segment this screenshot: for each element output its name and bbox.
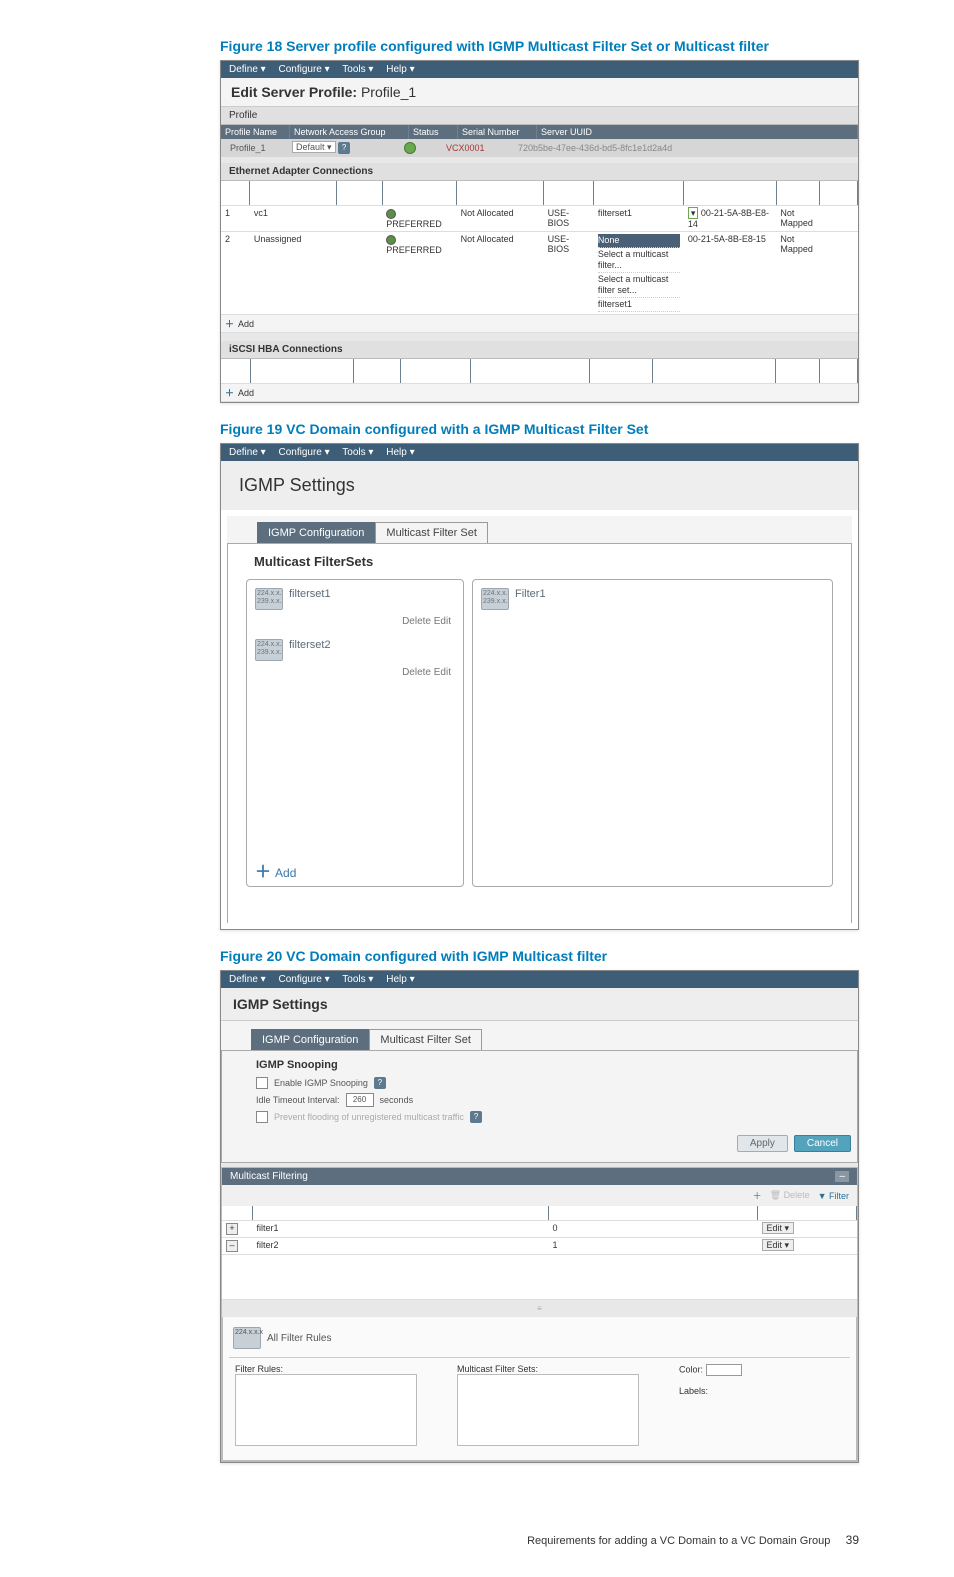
radio-selected-icon[interactable] (386, 235, 396, 245)
apply-button[interactable]: Apply (737, 1135, 788, 1152)
edit-server-profile-title: Edit Server Profile: Profile_1 (221, 78, 858, 107)
filter-thumb-icon: 224.x.x.x239.x.x.x (481, 588, 509, 610)
checkbox-icon[interactable] (256, 1111, 268, 1123)
filter-thumb-icon: 224.x.x.x (233, 1327, 261, 1349)
help-icon[interactable]: ? (374, 1077, 386, 1089)
eth-section-title: Ethernet Adapter Connections (221, 163, 858, 181)
row-action-dropdown[interactable]: Edit ▾ (762, 1239, 795, 1251)
menubar: Define ▾ Configure ▾ Tools ▾ Help ▾ (221, 61, 858, 78)
menu-define[interactable]: Define ▾ (229, 64, 266, 75)
collapse-icon[interactable]: – (835, 1171, 849, 1182)
menu-help[interactable]: Help ▾ (386, 974, 414, 985)
drag-handle-icon[interactable]: ≡ (222, 1300, 857, 1317)
iscsi-section-title: iSCSI HBA Connections (221, 341, 858, 359)
table-row[interactable]: – filter2 1 Edit ▾ (222, 1238, 857, 1255)
footer-section-title: Requirements for adding a VC Domain to a… (527, 1535, 830, 1547)
figure20-screenshot: Define ▾ Configure ▾ Tools ▾ Help ▾ IGMP… (220, 970, 859, 1463)
multicast-filter-table: Multicast Filter Name Number of Associat… (222, 1206, 857, 1300)
tab-igmp-config[interactable]: IGMP Configuration (257, 522, 375, 543)
filterset-thumb-icon: 224.x.x.x239.x.x.x (255, 588, 283, 610)
menubar: Define ▾ Configure ▾ Tools ▾ Help ▾ (221, 444, 858, 461)
expand-icon[interactable]: + (226, 1223, 238, 1235)
multicast-filter-sets-box[interactable] (457, 1374, 639, 1446)
profile-header-row: Profile Name Network Access Group Status… (221, 125, 858, 139)
row-action-dropdown[interactable]: Edit ▾ (762, 1222, 795, 1234)
igmp-snooping-title: IGMP Snooping (222, 1051, 857, 1075)
tab-multicast-filter-set[interactable]: Multicast Filter Set (369, 1029, 481, 1050)
filter-button[interactable]: ▼ Filter (818, 1191, 849, 1201)
menu-configure[interactable]: Configure ▾ (279, 64, 330, 75)
prevent-flooding-row[interactable]: Prevent flooding of unregistered multica… (222, 1109, 857, 1125)
menu-define[interactable]: Define ▾ (229, 447, 266, 458)
help-icon[interactable]: ? (338, 142, 350, 154)
multicast-filtering-panel: Multicast Filtering – ＋ 🗑 Delete ▼ Filte… (221, 1167, 858, 1462)
table-row[interactable]: 1 vc1 PREFERRED Not Allocated USE-BIOS f… (221, 206, 858, 232)
figure19-caption: Figure 19 VC Domain configured with a IG… (220, 421, 859, 437)
filterset-detail: 224.x.x.x239.x.x.x Filter1 (472, 579, 833, 887)
labels-label: Labels: (679, 1386, 742, 1396)
table-row[interactable]: 2 Unassigned PREFERRED Not Allocated USE… (221, 232, 858, 315)
delete-filter-button[interactable]: 🗑 Delete (770, 1190, 810, 1201)
eth-header-row: Port Network Name Status Port Speed Type… (221, 181, 858, 206)
mcast-dropdown-open[interactable]: None Select a multicast filter... Select… (594, 232, 684, 315)
multicast-filter-sets-label: Multicast Filter Sets: (457, 1364, 639, 1374)
add-filterset[interactable]: ＋Add (255, 866, 296, 880)
enable-snooping-row[interactable]: Enable IGMP Snooping ? (222, 1075, 857, 1091)
multicast-filtersets-title: Multicast FilterSets (228, 544, 851, 573)
idle-timeout-row: Idle Timeout Interval: 260 seconds (222, 1091, 857, 1109)
tab-multicast-filter-set[interactable]: Multicast Filter Set (375, 522, 487, 543)
filterset-thumb-icon: 224.x.x.x239.x.x.x (255, 639, 283, 661)
menu-tools[interactable]: Tools ▾ (342, 974, 373, 985)
menu-configure[interactable]: Configure ▾ (279, 447, 330, 458)
menu-help[interactable]: Help ▾ (386, 64, 414, 75)
add-iscsi-connection[interactable]: Add (238, 388, 254, 398)
filter-rules-label: Filter Rules: (235, 1364, 417, 1374)
color-label: Color: (679, 1364, 703, 1374)
filter-item[interactable]: 224.x.x.x239.x.x.x Filter1 (481, 588, 824, 610)
filter-rules-box[interactable] (235, 1374, 417, 1446)
status-icon (404, 142, 416, 154)
page-title: IGMP Settings (221, 461, 858, 510)
figure18-caption: Figure 18 Server profile configured with… (220, 38, 859, 54)
page-number: 39 (846, 1533, 859, 1547)
menu-tools[interactable]: Tools ▾ (342, 447, 373, 458)
page-title: IGMP Settings (221, 988, 858, 1021)
add-filter-button[interactable]: ＋ (753, 1189, 762, 1202)
menubar: Define ▾ Configure ▾ Tools ▾ Help ▾ (221, 971, 858, 988)
figure20-caption: Figure 20 VC Domain configured with IGMP… (220, 948, 859, 964)
add-icon[interactable]: ＋ (225, 319, 234, 329)
color-swatch[interactable] (706, 1364, 742, 1376)
filterset-actions[interactable]: Delete Edit (259, 667, 451, 678)
iscsi-table: Port Network Name Status Port Speed Type… (221, 359, 858, 402)
help-icon[interactable]: ? (470, 1111, 482, 1123)
radio-selected-icon[interactable] (386, 209, 396, 219)
plus-icon: ＋ (255, 867, 271, 879)
add-icon[interactable]: ＋ (225, 388, 234, 398)
profile-row: Profile_1 Default ▾ ? VCX0001 720b5be-47… (221, 139, 858, 157)
table-row[interactable]: + filter1 0 Edit ▾ (222, 1221, 857, 1238)
menu-configure[interactable]: Configure ▾ (279, 974, 330, 985)
tab-igmp-config[interactable]: IGMP Configuration (251, 1029, 369, 1050)
idle-timeout-input[interactable]: 260 (346, 1093, 374, 1107)
figure18-screenshot: Define ▾ Configure ▾ Tools ▾ Help ▾ Edit… (220, 60, 859, 403)
profile-tab[interactable]: Profile (221, 107, 858, 125)
cancel-button[interactable]: Cancel (794, 1135, 851, 1152)
all-filter-rules[interactable]: 224.x.x.x All Filter Rules (229, 1321, 850, 1355)
add-eth-connection[interactable]: Add (238, 319, 254, 329)
multicast-filtering-title: Multicast Filtering (230, 1171, 308, 1182)
figure19-screenshot: Define ▾ Configure ▾ Tools ▾ Help ▾ IGMP… (220, 443, 859, 930)
filterset-item[interactable]: 224.x.x.x239.x.x.x filterset1 (255, 588, 455, 610)
menu-help[interactable]: Help ▾ (386, 447, 414, 458)
menu-define[interactable]: Define ▾ (229, 974, 266, 985)
filterset-item[interactable]: 224.x.x.x239.x.x.x filterset2 (255, 639, 455, 661)
filterset-actions[interactable]: Delete Edit (259, 616, 451, 627)
filterset-list: 224.x.x.x239.x.x.x filterset1 Delete Edi… (246, 579, 464, 887)
menu-tools[interactable]: Tools ▾ (342, 64, 373, 75)
expand-icon[interactable]: – (226, 1240, 238, 1252)
checkbox-icon[interactable] (256, 1077, 268, 1089)
eth-table: Port Network Name Status Port Speed Type… (221, 181, 858, 333)
